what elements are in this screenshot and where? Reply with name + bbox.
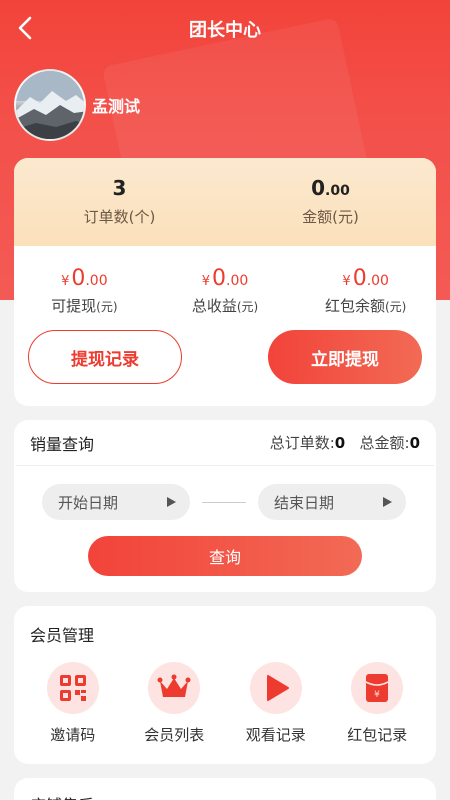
yen-symbol: ¥ — [61, 274, 70, 289]
navbar: 团长中心 — [0, 0, 450, 56]
page-title: 团长中心 — [189, 20, 261, 41]
play-icon — [249, 662, 302, 714]
total-income-label: 总收益(元) — [155, 295, 296, 316]
sales-query-card: 销量查询 总订单数:0 总金额:0 开始日期 结束日期 查询 — [14, 420, 436, 592]
yen-symbol: ¥ — [201, 274, 211, 289]
withdraw-record-button[interactable]: 提现记录 — [28, 330, 182, 384]
watch-record-label: 观看记录 — [245, 726, 306, 744]
money-label-text: 可提现 — [51, 297, 97, 315]
total-amount-label: 总金额: — [359, 434, 410, 452]
total-income-value: ¥0.00 — [155, 266, 296, 291]
money-int: 0 — [352, 266, 367, 291]
sales-header: 销量查询 总订单数:0 总金额:0 — [16, 420, 434, 466]
svg-text:¥: ¥ — [374, 690, 380, 700]
yen-symbol: ¥ — [342, 274, 351, 289]
money-unit: (元) — [236, 300, 259, 314]
withdrawable-stat: ¥0.00 可提现(元) — [14, 266, 155, 316]
red-envelope-record-item[interactable]: ¥ 红包记录 — [327, 662, 427, 745]
date-separator — [202, 501, 246, 503]
member-list-item[interactable]: 会员列表 — [124, 662, 224, 745]
money-dec: .00 — [226, 273, 249, 289]
member-list-label: 会员列表 — [144, 726, 205, 744]
amount-int: 0 — [311, 176, 326, 200]
member-grid: 邀请码 会员列表 观看记录 ¥ 红包记录 — [14, 646, 436, 745]
stats-card: 3 订单数(个) 0.00 金额(元) ¥0.00 可提现(元) ¥0.00 总… — [14, 158, 436, 406]
red-envelope-balance-label: 红包余额(元) — [295, 295, 436, 316]
total-amount-value: 0 — [409, 434, 420, 452]
money-int: 0 — [71, 266, 86, 291]
play-arrow-icon — [383, 497, 392, 507]
end-date-label: 结束日期 — [274, 493, 335, 512]
watch-record-item[interactable]: 观看记录 — [226, 662, 326, 745]
orders-value: 3 — [112, 176, 127, 200]
invite-code-item[interactable]: 邀请码 — [23, 662, 123, 745]
amount-stat: 0.00 金额(元) — [225, 158, 436, 246]
start-date-label: 开始日期 — [58, 493, 119, 512]
crown-icon — [148, 662, 201, 714]
sales-summary: 总订单数:0 总金额:0 — [270, 432, 420, 453]
red-envelope-balance-value: ¥0.00 — [295, 266, 436, 291]
play-arrow-icon — [167, 497, 176, 507]
qrcode-icon — [46, 662, 99, 714]
stats-summary: 3 订单数(个) 0.00 金额(元) — [14, 158, 436, 246]
date-range: 开始日期 结束日期 — [14, 466, 436, 520]
total-orders-value: 0 — [334, 434, 346, 452]
money-row: ¥0.00 可提现(元) ¥0.00 总收益(元) ¥0.00 红包余额(元) — [14, 246, 436, 316]
orders-label: 订单数(个) — [83, 208, 156, 226]
money-dec: .00 — [366, 273, 389, 289]
start-date-picker[interactable]: 开始日期 — [42, 484, 190, 520]
end-date-picker[interactable]: 结束日期 — [258, 484, 406, 520]
query-button[interactable]: 查询 — [88, 536, 362, 576]
total-income-stat: ¥0.00 总收益(元) — [155, 266, 296, 316]
money-dec: .00 — [85, 273, 108, 289]
withdrawable-value: ¥0.00 — [14, 266, 155, 291]
total-orders-label: 总订单数: — [269, 434, 335, 452]
store-after-sales-title: 店铺售后 — [14, 778, 436, 800]
orders-stat: 3 订单数(个) — [14, 158, 225, 246]
member-management-card: 会员管理 邀请码 会员列表 观看记录 ¥ 红包记录 — [14, 606, 436, 764]
red-envelope-balance-stat: ¥0.00 红包余额(元) — [295, 266, 436, 316]
withdrawable-label: 可提现(元) — [14, 295, 155, 316]
withdraw-now-button[interactable]: 立即提现 — [268, 330, 422, 384]
profile: 孟测试 — [14, 68, 140, 142]
action-buttons: 提现记录 立即提现 — [14, 316, 436, 384]
store-after-sales-card: 店铺售后 — [14, 778, 436, 800]
money-unit: (元) — [96, 300, 118, 314]
sales-title: 销量查询 — [30, 434, 95, 454]
red-envelope-record-label: 红包记录 — [347, 726, 408, 744]
amount-value: 0.00 — [225, 176, 436, 200]
amount-label: 金额(元) — [302, 208, 359, 226]
money-label-text: 总收益 — [191, 297, 237, 315]
money-int: 0 — [212, 266, 227, 291]
red-envelope-icon: ¥ — [351, 662, 404, 714]
money-label-text: 红包余额 — [324, 297, 385, 315]
money-unit: (元) — [385, 300, 407, 314]
members-title: 会员管理 — [30, 626, 95, 645]
invite-code-label: 邀请码 — [50, 726, 96, 744]
amount-dec: .00 — [325, 183, 350, 199]
avatar[interactable] — [14, 69, 86, 141]
username: 孟测试 — [92, 97, 141, 116]
